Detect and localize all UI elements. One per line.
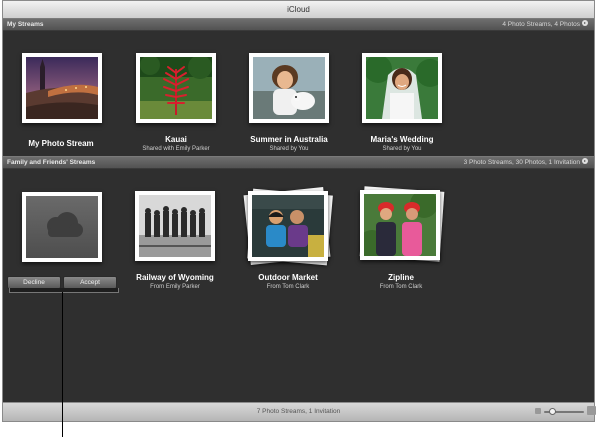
stream-outdoor-market[interactable]: Outdoor Market From Tom Clark — [233, 169, 343, 294]
zoom-slider[interactable] — [544, 408, 584, 415]
stream-thumbnail[interactable] — [249, 53, 329, 123]
friends-streams-info[interactable]: 3 Photo Streams, 30 Photos, 1 Invitation — [464, 157, 588, 168]
zoom-out-icon[interactable] — [535, 408, 541, 414]
stream-my-photo-stream[interactable]: My Photo Stream — [6, 31, 116, 151]
arrow-right-icon[interactable] — [582, 158, 588, 165]
stream-subtitle: Shared with Emily Parker — [142, 146, 210, 152]
stream-title: Maria's Wedding — [370, 135, 434, 144]
icloud-window: iCloud My Streams 4 Photo Streams, 4 Pho… — [2, 0, 596, 422]
stream-marias-wedding[interactable]: Maria's Wedding Shared by You — [347, 31, 457, 156]
invitation-photo — [26, 196, 98, 258]
zoom-slider-knob[interactable] — [548, 408, 556, 415]
stream-title: Zipline — [388, 273, 414, 282]
callout-line — [62, 292, 63, 437]
stream-subtitle: From Tom Clark — [266, 284, 310, 290]
arrow-right-icon[interactable] — [582, 20, 588, 27]
stream-title: Railway of Wyoming — [136, 273, 214, 282]
my-streams-count: 4 Photo Streams, 4 Photos — [502, 21, 580, 28]
status-bar: 7 Photo Streams, 1 Invitation — [3, 402, 596, 421]
stream-thumbnail[interactable] — [360, 190, 440, 260]
friends-streams-count: 3 Photo Streams, 30 Photos, 1 Invitation — [463, 159, 580, 166]
stream-title: Outdoor Market — [258, 273, 318, 282]
my-streams-header: My Streams 4 Photo Streams, 4 Photos — [3, 18, 594, 31]
stream-zipline[interactable]: Zipline From Tom Clark — [346, 169, 456, 294]
stream-title: Summer in Australia — [250, 135, 328, 144]
girl-with-dog-photo — [253, 57, 325, 119]
cloud-icon — [47, 212, 83, 237]
stream-thumbnail[interactable] — [248, 191, 328, 261]
railway-workers-photo — [139, 195, 211, 257]
stream-title: My Photo Stream — [28, 139, 94, 148]
stream-subtitle: From Tom Clark — [379, 284, 423, 290]
my-streams-title: My Streams — [7, 21, 44, 28]
stream-summer-in-australia[interactable]: Summer in Australia Shared by You — [234, 31, 344, 156]
stream-subtitle: Shared by You — [269, 146, 309, 152]
window-title: iCloud — [3, 1, 594, 19]
stream-thumbnail[interactable] — [362, 53, 442, 123]
bride-photo — [366, 57, 438, 119]
stream-subtitle: From Emily Parker — [150, 284, 200, 290]
stream-thumbnail[interactable] — [135, 191, 215, 261]
friends-streams-header: Family and Friends' Streams 3 Photo Stre… — [3, 156, 594, 169]
market-couple-photo — [252, 195, 324, 257]
invitation-thumbnail[interactable] — [22, 192, 102, 262]
stream-subtitle: Shared by You — [382, 146, 422, 152]
stream-kauai[interactable]: Kauai Shared with Emily Parker — [121, 31, 231, 156]
stream-railway-of-wyoming[interactable]: Railway of Wyoming From Emily Parker — [120, 169, 230, 294]
my-streams-info[interactable]: 4 Photo Streams, 4 Photos — [502, 19, 588, 30]
zipline-couple-photo — [364, 194, 436, 256]
friends-streams-title: Family and Friends' Streams — [7, 159, 96, 166]
zoom-in-icon[interactable] — [587, 406, 596, 415]
stream-title: Kauai — [165, 135, 187, 144]
sunset-plaza-photo — [26, 57, 98, 119]
stream-thumbnail[interactable] — [22, 53, 102, 123]
stream-thumbnail[interactable] — [136, 53, 216, 123]
invitation-button-bar — [9, 288, 119, 293]
red-plant-photo — [140, 57, 212, 119]
status-text: 7 Photo Streams, 1 Invitation — [256, 408, 341, 415]
